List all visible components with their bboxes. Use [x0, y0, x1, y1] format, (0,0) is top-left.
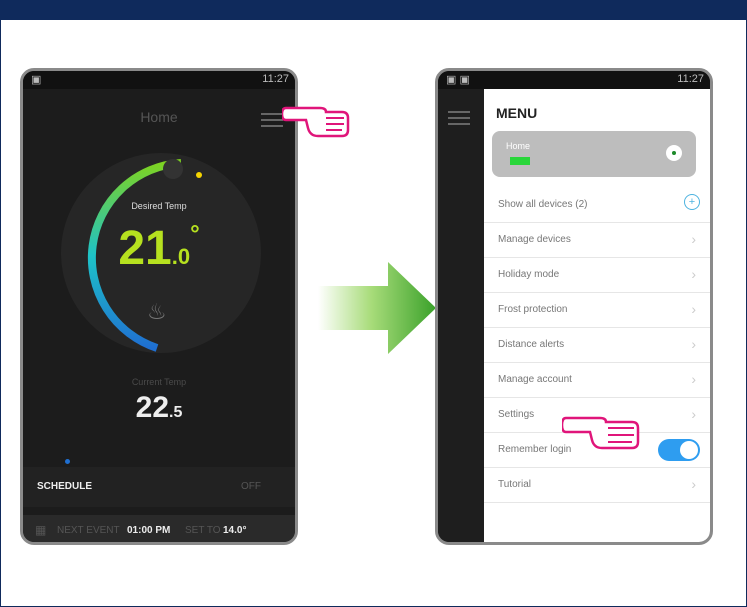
phone-menu-screen: ▣ ▣ 11:27 MENU Home Show all devices (2)…: [435, 68, 713, 545]
menu-item-label: Show all devices (2): [498, 199, 588, 210]
menu-item-frost-protection[interactable]: Frost protection ›: [484, 292, 710, 328]
chevron-right-icon: ›: [691, 476, 696, 492]
status-indicator: [510, 157, 530, 165]
dial-handle[interactable]: [163, 159, 183, 179]
chevron-right-icon: ›: [691, 406, 696, 422]
menu-item-label: Manage account: [498, 374, 572, 385]
desired-temp-decimal: .0: [171, 244, 191, 269]
calendar-icon: ▦: [35, 523, 47, 537]
current-temp-integer: 22: [135, 391, 170, 424]
chevron-right-icon: ›: [691, 371, 696, 387]
menu-item-label: Manage devices: [498, 234, 571, 245]
chevron-right-icon: ›: [691, 301, 696, 317]
pointing-hand-icon: [282, 106, 350, 138]
chevron-right-icon: ›: [691, 336, 696, 352]
pointing-hand-icon: [562, 416, 640, 450]
set-to-label: SET TO: [185, 525, 221, 536]
menu-item-manage-account[interactable]: Manage account ›: [484, 362, 710, 398]
background-app-strip: [438, 89, 484, 542]
handle-dot: [196, 172, 202, 178]
desired-temp-integer: 21: [118, 222, 172, 275]
menu-item-show-all-devices[interactable]: Show all devices (2) +: [484, 187, 710, 223]
toggle-knob: [680, 441, 698, 459]
menu-title: MENU: [496, 105, 538, 121]
plus-icon: +: [684, 194, 700, 210]
menu-item-tutorial[interactable]: Tutorial ›: [484, 467, 710, 503]
next-event-time: 01:00 PM: [127, 525, 171, 536]
menu-item-label: Frost protection: [498, 304, 568, 315]
home-label: Home: [506, 141, 531, 151]
status-time: 11:27: [677, 73, 704, 85]
menu-item-label: Tutorial: [498, 479, 531, 490]
status-bar: ▣ ▣ 11:27: [438, 71, 710, 89]
degree-symbol: °: [190, 221, 200, 248]
side-menu: MENU Home Show all devices (2) + Manage …: [484, 89, 710, 542]
chevron-right-icon: ›: [691, 266, 696, 282]
chevron-right-icon: ›: [691, 231, 696, 247]
menu-item-holiday-mode[interactable]: Holiday mode ›: [484, 257, 710, 293]
home-device-card[interactable]: Home: [492, 131, 696, 177]
page-indicator-dot: [65, 459, 70, 464]
phone-thermostat-screen: ▣ 11:27 Home Desired Temp 21.0° ♨ Curren…: [20, 68, 298, 545]
notification-icon: ▣ ▣: [446, 74, 470, 86]
off-button[interactable]: OFF: [241, 481, 261, 492]
remember-login-toggle[interactable]: [658, 439, 700, 461]
menu-item-manage-devices[interactable]: Manage devices ›: [484, 222, 710, 258]
menu-item-label: Distance alerts: [498, 339, 565, 350]
current-temp-decimal: .5: [169, 404, 183, 421]
schedule-label: SCHEDULE: [37, 481, 93, 492]
menu-item-label: Remember login: [498, 444, 572, 455]
desired-temp-label: Desired Temp: [131, 201, 187, 211]
menu-item-label: Settings: [498, 409, 535, 420]
menu-item-label: Holiday mode: [498, 269, 560, 280]
set-to-temp: 14.0°: [223, 525, 247, 536]
hamburger-menu-icon[interactable]: [448, 107, 470, 125]
selected-check-icon: [666, 145, 682, 161]
flame-icon: ♨: [147, 299, 167, 324]
next-event-bar: ▦ NEXT EVENT 01:00 PM SET TO 14.0°: [23, 515, 295, 542]
current-temp-value: 22.5: [23, 391, 295, 425]
desired-temp-value: 21.0°: [23, 221, 295, 276]
schedule-row[interactable]: SCHEDULE OFF: [23, 467, 295, 507]
menu-item-distance-alerts[interactable]: Distance alerts ›: [484, 327, 710, 363]
transition-arrow: [318, 262, 436, 354]
current-temp-label: Current Temp: [131, 377, 187, 387]
next-event-label: NEXT EVENT: [57, 525, 120, 536]
